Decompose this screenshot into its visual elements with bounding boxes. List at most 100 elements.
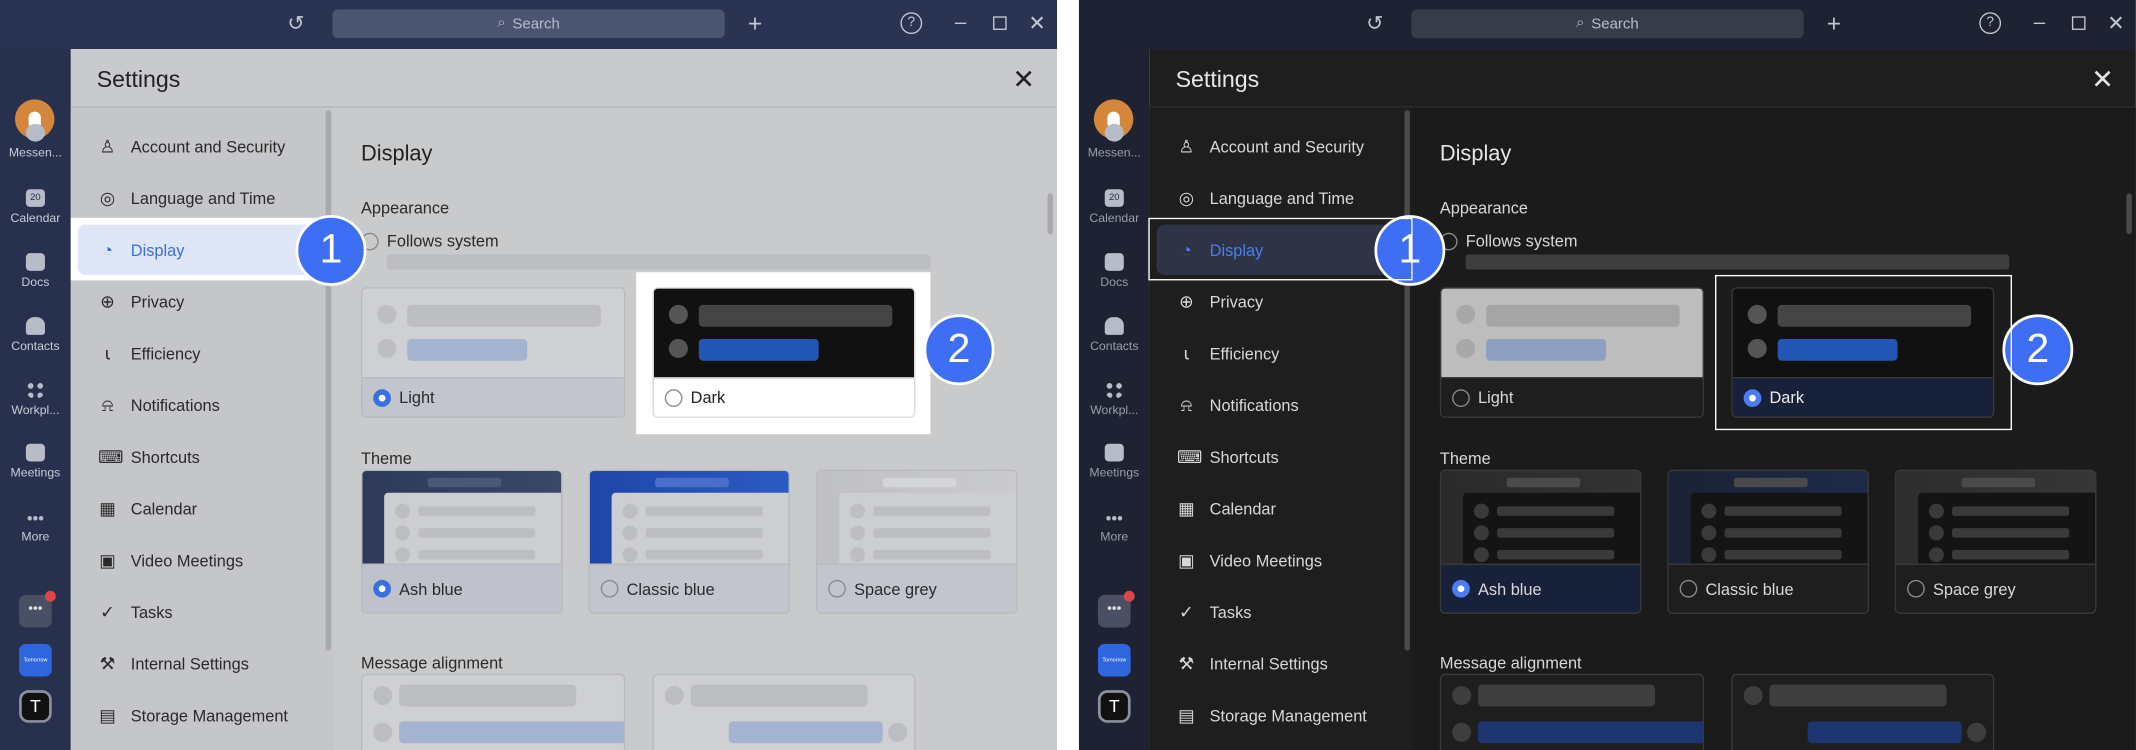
maximize-icon[interactable] xyxy=(993,16,1007,30)
theme-card-space-grey[interactable]: Space grey xyxy=(815,469,1018,614)
rail-item-docs[interactable]: Docs xyxy=(1079,253,1150,289)
alignment-card-right[interactable] xyxy=(1731,673,1995,750)
callout-badge-2: 2 xyxy=(923,314,995,386)
rail-item-workplace[interactable]: Workpl... xyxy=(1079,381,1150,417)
rail-item-more[interactable]: ••• More xyxy=(0,509,71,543)
alignment-card-left[interactable] xyxy=(360,673,626,750)
content-scrollbar[interactable] xyxy=(1047,193,1053,235)
history-icon[interactable]: ↺ xyxy=(287,14,304,34)
app-rail: Messen... 20 Calendar Docs Contacts Workp… xyxy=(0,49,71,750)
nav-item-efficiency[interactable]: ⍳ Efficiency xyxy=(1157,328,1406,378)
nav-item-account-and-security[interactable]: ♙ Account and Security xyxy=(1157,121,1406,171)
rail-item-calendar[interactable]: 20 Calendar xyxy=(1079,189,1150,225)
theme-label: Theme xyxy=(360,449,412,469)
nav-item-efficiency[interactable]: ⍳ Efficiency xyxy=(78,328,327,378)
radio[interactable] xyxy=(1452,579,1470,598)
rail-item-messenger[interactable]: Messen... xyxy=(1079,123,1150,159)
settings-nav: ♙ Account and Security ◎ Language and Time ◔… xyxy=(70,107,334,750)
help-icon[interactable]: ? xyxy=(1979,12,2002,35)
nav-item-display[interactable]: ◔ Display xyxy=(77,224,327,275)
bulb-icon: ⍳ xyxy=(1183,342,1190,363)
docs-icon xyxy=(1104,253,1124,271)
nav-item-notifications[interactable]: ⍾ Notifications xyxy=(78,380,327,430)
title-bar: ↺ ⌕ Search + ? – ✕ xyxy=(1078,0,2136,50)
nav-item-shortcuts[interactable]: ⌨ Shortcuts xyxy=(78,432,327,482)
nav-item-notifications[interactable]: ⍾ Notifications xyxy=(1157,380,1406,430)
more-apps-button[interactable]: ••• xyxy=(1097,590,1135,628)
appearance-label: Appearance xyxy=(1439,198,1529,218)
theme-card-space-grey[interactable]: Space grey xyxy=(1894,469,2097,614)
nav-item-tasks[interactable]: ✓ Tasks xyxy=(1157,587,1406,637)
nav-item-video-meetings[interactable]: ▣ Video Meetings xyxy=(78,535,327,585)
appearance-card-dark[interactable]: Dark xyxy=(652,287,916,418)
alignment-card-left[interactable] xyxy=(1439,673,1705,750)
palette-icon: ◔ xyxy=(102,239,113,260)
nav-item-language-and-time[interactable]: ◎ Language and Time xyxy=(1157,173,1406,223)
tomorrow-app-button[interactable]: Tomorrow xyxy=(1097,643,1131,677)
appearance-label: Appearance xyxy=(360,198,450,218)
nav-item-privacy[interactable]: ⊕ Privacy xyxy=(1157,276,1406,326)
rail-item-contacts[interactable]: Contacts xyxy=(0,317,71,353)
check-icon: ✓ xyxy=(1179,600,1194,622)
radio[interactable] xyxy=(1907,579,1925,598)
rail-item-calendar[interactable]: 20 Calendar xyxy=(0,189,71,225)
nav-item-shortcuts[interactable]: ⌨ Shortcuts xyxy=(1157,432,1406,482)
tomorrow-app-button[interactable]: Tomorrow xyxy=(19,643,52,677)
nav-item-internal-settings[interactable]: ⚒ Internal Settings xyxy=(1157,638,1406,688)
help-icon[interactable]: ? xyxy=(900,12,923,35)
maximize-icon[interactable] xyxy=(2071,16,2086,30)
close-dialog-button[interactable]: ✕ xyxy=(2091,63,2114,97)
tenant-button[interactable]: T xyxy=(19,690,52,723)
globe-icon: ◎ xyxy=(1178,187,1195,208)
nav-item-calendar[interactable]: ▦ Calendar xyxy=(78,483,327,533)
appearance-card-light[interactable]: Light xyxy=(360,287,626,418)
nav-item-storage-management[interactable]: ▤ Storage Management xyxy=(1157,690,1406,740)
theme-card-classic-blue[interactable]: Classic blue xyxy=(588,469,791,614)
rail-item-meetings[interactable]: Meetings xyxy=(0,443,71,479)
radio[interactable] xyxy=(664,388,683,407)
rail-item-docs[interactable]: Docs xyxy=(0,253,71,289)
follows-system-option[interactable]: Follows system xyxy=(1439,231,1577,250)
search-input[interactable]: ⌕ Search xyxy=(332,9,725,39)
theme-card-ash-blue[interactable]: Ash blue xyxy=(1439,469,1642,614)
rail-item-messenger[interactable]: Messen... xyxy=(0,123,71,159)
alignment-card-right[interactable] xyxy=(652,673,916,750)
close-dialog-button[interactable]: ✕ xyxy=(1012,63,1035,97)
radio[interactable] xyxy=(828,579,846,598)
rail-item-workplace[interactable]: Workpl... xyxy=(0,381,71,417)
nav-item-storage-management[interactable]: ▤ Storage Management xyxy=(78,690,327,740)
radio[interactable] xyxy=(600,579,619,598)
radio[interactable] xyxy=(1452,388,1470,407)
rail-item-contacts[interactable]: Contacts xyxy=(1079,317,1150,353)
rail-item-more[interactable]: ••• More xyxy=(1079,509,1150,543)
rail-item-meetings[interactable]: Meetings xyxy=(1079,443,1150,479)
more-apps-button[interactable]: ••• xyxy=(19,590,56,628)
radio[interactable] xyxy=(1679,579,1698,598)
nav-item-tasks[interactable]: ✓ Tasks xyxy=(78,587,327,637)
tenant-button[interactable]: T xyxy=(1097,690,1131,723)
minimize-icon[interactable]: – xyxy=(955,12,966,32)
radio[interactable] xyxy=(373,579,391,598)
nav-item-privacy[interactable]: ⊕ Privacy xyxy=(78,276,327,326)
nav-item-internal-settings[interactable]: ⚒ Internal Settings xyxy=(78,638,327,688)
history-icon[interactable]: ↺ xyxy=(1366,14,1383,34)
nav-item-account-and-security[interactable]: ♙ Account and Security xyxy=(78,121,327,171)
user-icon: ♙ xyxy=(1178,135,1195,156)
wrench-icon: ⚒ xyxy=(99,652,116,674)
plus-icon[interactable]: + xyxy=(1827,11,1841,36)
close-icon[interactable]: ✕ xyxy=(1028,14,1045,34)
close-icon[interactable]: ✕ xyxy=(2107,14,2124,34)
theme-card-classic-blue[interactable]: Classic blue xyxy=(1667,469,1869,614)
follows-system-option[interactable]: Follows system xyxy=(360,231,499,250)
nav-item-calendar[interactable]: ▦ Calendar xyxy=(1157,483,1406,533)
appearance-card-light[interactable]: Light xyxy=(1439,287,1705,418)
search-input[interactable]: ⌕ Search xyxy=(1411,9,1804,39)
nav-item-video-meetings[interactable]: ▣ Video Meetings xyxy=(1157,535,1406,585)
content-scrollbar[interactable] xyxy=(2126,193,2132,235)
shield-icon: ⊕ xyxy=(100,290,116,312)
theme-card-ash-blue[interactable]: Ash blue xyxy=(360,469,563,614)
minimize-icon[interactable]: – xyxy=(2034,12,2045,32)
radio[interactable] xyxy=(373,388,391,407)
plus-icon[interactable]: + xyxy=(748,11,762,36)
nav-item-language-and-time[interactable]: ◎ Language and Time xyxy=(78,173,327,223)
